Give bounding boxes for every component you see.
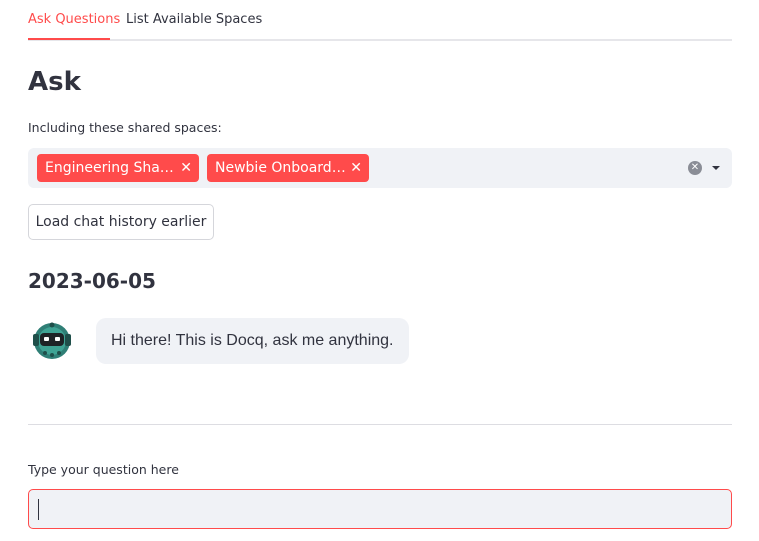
question-input[interactable]	[28, 489, 732, 529]
question-label: Type your question here	[28, 462, 179, 477]
divider	[28, 424, 732, 425]
remove-chip-icon[interactable]: ✕	[180, 154, 192, 182]
active-tab-indicator	[28, 38, 110, 40]
remove-chip-icon[interactable]: ✕	[350, 154, 362, 182]
tab-bar: Ask Questions List Available Spaces	[28, 0, 732, 41]
chat-date-heading: 2023-06-05	[28, 269, 156, 293]
app-page: Ask Questions List Available Spaces Ask …	[0, 0, 759, 541]
space-chip: Engineering Sha… ✕	[37, 154, 199, 182]
page-title: Ask	[28, 67, 81, 97]
shared-spaces-multiselect[interactable]: Engineering Sha… ✕ Newbie Onboard… ✕ ✕	[28, 148, 732, 188]
space-chip: Newbie Onboard… ✕	[207, 154, 369, 182]
tab-ask-questions[interactable]: Ask Questions	[28, 11, 120, 29]
chevron-down-icon[interactable]	[710, 162, 722, 174]
text-cursor	[38, 499, 39, 520]
clear-all-icon[interactable]: ✕	[688, 161, 702, 175]
tab-list-available-spaces[interactable]: List Available Spaces	[126, 11, 262, 29]
load-history-button[interactable]: Load chat history earlier	[28, 204, 214, 240]
chat-message: Hi there! This is Docq, ask me anything.	[96, 318, 409, 364]
spaces-label: Including these shared spaces:	[28, 120, 222, 135]
space-chip-label: Newbie Onboard…	[215, 160, 346, 176]
robot-avatar-icon	[33, 322, 71, 359]
space-chip-label: Engineering Sha…	[45, 160, 174, 176]
